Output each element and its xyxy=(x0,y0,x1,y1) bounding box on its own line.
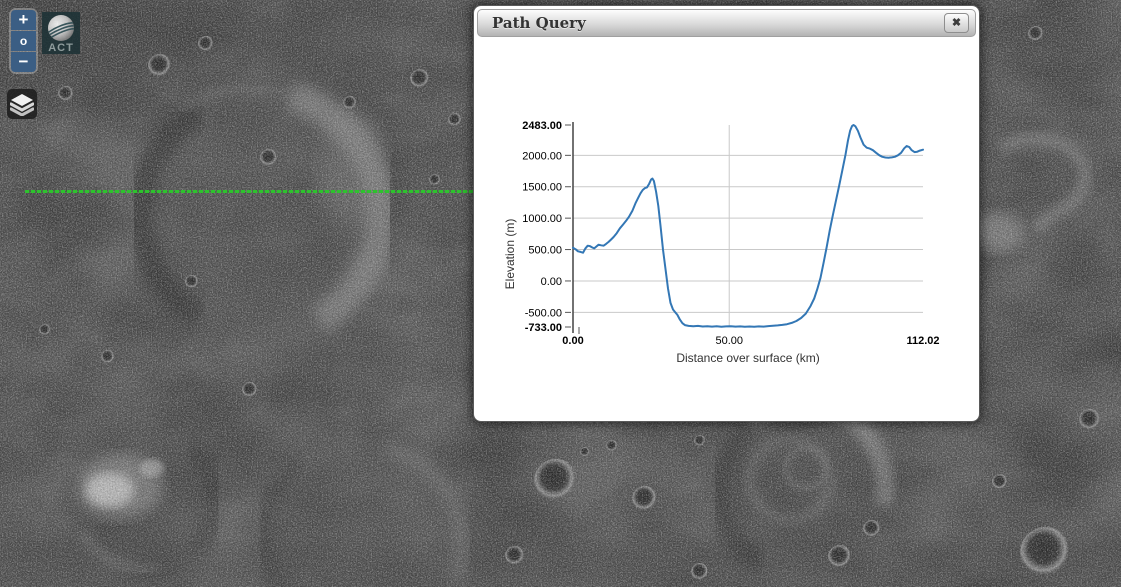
act-logo-text: ACT xyxy=(48,42,74,54)
zoom-in-button[interactable]: + xyxy=(11,10,36,30)
query-path-line xyxy=(25,190,477,193)
svg-text:-733.00: -733.00 xyxy=(525,322,562,334)
svg-text:500.00: 500.00 xyxy=(528,245,562,257)
dialog-titlebar[interactable]: Path Query ✖ xyxy=(477,9,976,37)
app-root: { "map": { "controls": { "zoom_in": "+",… xyxy=(0,0,1121,587)
zoom-origin-button[interactable]: o xyxy=(11,31,36,51)
act-logo[interactable]: ACT xyxy=(42,12,80,54)
svg-text:0.00: 0.00 xyxy=(562,335,583,347)
svg-text:2000.00: 2000.00 xyxy=(522,150,562,162)
zoom-control: + o − xyxy=(9,8,38,74)
y-axis-title: Elevation (m) xyxy=(503,219,517,290)
svg-text:50.00: 50.00 xyxy=(715,335,743,347)
layers-icon xyxy=(10,92,34,116)
dialog-title: Path Query xyxy=(492,14,586,32)
svg-text:0.00: 0.00 xyxy=(541,276,562,288)
x-axis-title: Distance over surface (km) xyxy=(676,351,819,365)
svg-text:-500.00: -500.00 xyxy=(525,307,562,319)
svg-text:1500.00: 1500.00 xyxy=(522,182,562,194)
svg-text:1000.00: 1000.00 xyxy=(522,213,562,225)
svg-text:112.02: 112.02 xyxy=(906,335,939,347)
close-button[interactable]: ✖ xyxy=(944,13,969,33)
path-query-dialog: Path Query ✖ 2483.00 2000.00 1500.00 1000.0… xyxy=(473,5,980,422)
act-globe-icon: ACT xyxy=(42,12,80,54)
zoom-out-button[interactable]: − xyxy=(11,52,36,72)
svg-text:2483.00: 2483.00 xyxy=(522,120,562,132)
layers-button[interactable] xyxy=(7,89,37,119)
